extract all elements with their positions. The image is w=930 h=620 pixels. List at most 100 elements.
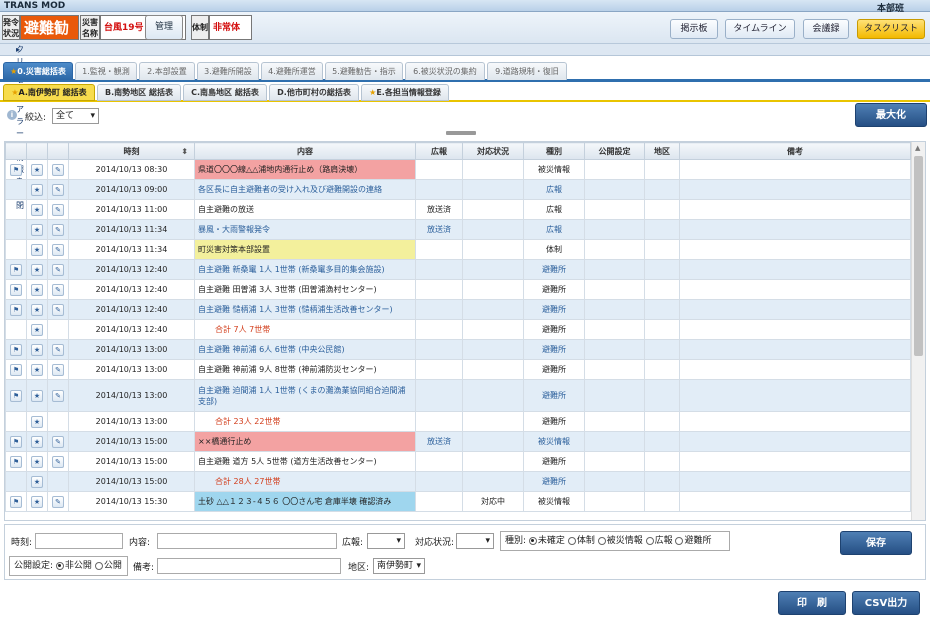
- type-radio-1[interactable]: 体制: [567, 536, 595, 546]
- star-cell[interactable]: ★: [26, 411, 48, 432]
- star-cell[interactable]: ★: [26, 471, 48, 492]
- star-cell[interactable]: ★: [26, 299, 48, 320]
- flag-cell[interactable]: ⚑: [5, 491, 27, 512]
- tab-hq[interactable]: 2.本部設置: [139, 62, 195, 80]
- flag-icon[interactable]: ⚑: [10, 283, 22, 296]
- star-icon[interactable]: ★: [31, 243, 43, 256]
- star-cell[interactable]: ★: [26, 259, 48, 280]
- star-icon[interactable]: ★: [31, 163, 43, 176]
- star-icon[interactable]: ★: [31, 183, 43, 196]
- flag-cell[interactable]: ⚑: [5, 339, 27, 360]
- flag-icon[interactable]: ⚑: [10, 163, 22, 176]
- sort-icon[interactable]: ⬍: [181, 147, 188, 156]
- table-row[interactable]: ★ ✎ 2014/10/13 09:00 各区長に自主避難者の受け入れ及び避難開設の連…: [5, 179, 911, 200]
- edit-icon[interactable]: ✎: [52, 163, 64, 176]
- flag-cell[interactable]: [5, 219, 27, 240]
- edit-icon[interactable]: ✎: [52, 283, 64, 296]
- splitter-handle[interactable]: [446, 131, 476, 135]
- time-input[interactable]: [35, 533, 123, 549]
- flag-cell[interactable]: ⚑: [5, 451, 27, 472]
- star-icon[interactable]: ★: [31, 203, 43, 216]
- edit-cell[interactable]: ✎: [47, 199, 69, 220]
- table-row[interactable]: ⚑ ★ ✎ 2014/10/13 15:00 ××橋通行止め 放送済 被災情報: [5, 431, 911, 452]
- content-input[interactable]: [157, 533, 337, 549]
- star-cell[interactable]: ★: [26, 239, 48, 260]
- star-icon[interactable]: ★: [31, 415, 43, 428]
- col-content[interactable]: 内容: [194, 142, 416, 160]
- flag-icon[interactable]: ⚑: [10, 435, 22, 448]
- table-row[interactable]: ⚑ ★ ✎ 2014/10/13 15:30 土砂 △△１２３-４５６ 〇〇さん宅 倉庫…: [5, 491, 911, 512]
- subtab-nanto[interactable]: C.南島地区 総括表: [183, 84, 267, 101]
- table-row[interactable]: ⚑ ★ ✎ 2014/10/13 13:00 自主避難 迫間浦 1人 1世帯 (くまの灘…: [5, 379, 911, 412]
- flag-icon[interactable]: ⚑: [10, 455, 22, 468]
- table-row[interactable]: ⚑ ★ ✎ 2014/10/13 13:00 自主避難 神前浦 6人 6世帯 (中央公民…: [5, 339, 911, 360]
- board-button[interactable]: 掲示板: [670, 19, 718, 39]
- subtab-nansei[interactable]: B.南勢地区 総括表: [97, 84, 181, 101]
- edit-cell[interactable]: [47, 319, 69, 340]
- table-row[interactable]: ⚑ ★ ✎ 2014/10/13 12:40 自主避難 新桑竃 1人 1世帯 (新桑竃多…: [5, 259, 911, 280]
- flag-cell[interactable]: [5, 239, 27, 260]
- area-select[interactable]: 南伊勢町: [373, 558, 425, 574]
- edit-icon[interactable]: ✎: [52, 455, 64, 468]
- flag-icon[interactable]: ⚑: [10, 303, 22, 316]
- flag-cell[interactable]: [5, 199, 27, 220]
- edit-icon[interactable]: ✎: [52, 223, 64, 236]
- star-cell[interactable]: ★: [26, 179, 48, 200]
- csv-export-button[interactable]: CSV出力: [852, 591, 920, 615]
- col-pr[interactable]: 広報: [415, 142, 463, 160]
- scroll-thumb[interactable]: [914, 156, 923, 356]
- edit-cell[interactable]: ✎: [47, 359, 69, 380]
- edit-icon[interactable]: ✎: [52, 495, 64, 508]
- flag-cell[interactable]: ⚑: [5, 259, 27, 280]
- star-cell[interactable]: ★: [26, 159, 48, 180]
- edit-icon[interactable]: ✎: [52, 303, 64, 316]
- star-icon[interactable]: ★: [31, 223, 43, 236]
- filter-select[interactable]: 全て: [52, 108, 99, 124]
- star-cell[interactable]: ★: [26, 199, 48, 220]
- maximize-button[interactable]: 最大化: [855, 103, 927, 127]
- flag-icon[interactable]: ⚑: [10, 343, 22, 356]
- tab-shelter-ops[interactable]: 4.避難所運営: [261, 62, 323, 80]
- table-row[interactable]: ⚑ ★ ✎ 2014/10/13 13:00 自主避難 神前浦 9人 8世帯 (神前浦防…: [5, 359, 911, 380]
- edit-icon[interactable]: ✎: [52, 203, 64, 216]
- edit-cell[interactable]: ✎: [47, 259, 69, 280]
- edit-cell[interactable]: ✎: [47, 179, 69, 200]
- flag-cell[interactable]: ⚑: [5, 359, 27, 380]
- flag-cell[interactable]: ⚑: [5, 379, 27, 412]
- flag-cell[interactable]: [5, 471, 27, 492]
- col-type[interactable]: 種別: [523, 142, 585, 160]
- flag-cell[interactable]: ⚑: [5, 431, 27, 452]
- timeline-button[interactable]: タイムライン: [725, 19, 795, 39]
- edit-cell[interactable]: ✎: [47, 299, 69, 320]
- flag-icon[interactable]: ⚑: [10, 495, 22, 508]
- flag-cell[interactable]: [5, 411, 27, 432]
- col-public[interactable]: 公開設定: [584, 142, 645, 160]
- star-cell[interactable]: ★: [26, 431, 48, 452]
- edit-cell[interactable]: ✎: [47, 339, 69, 360]
- star-cell[interactable]: ★: [26, 379, 48, 412]
- manage-button[interactable]: 管理: [145, 15, 183, 40]
- star-icon[interactable]: ★: [31, 475, 43, 488]
- vertical-scrollbar[interactable]: ▲: [911, 142, 925, 520]
- star-cell[interactable]: ★: [26, 219, 48, 240]
- star-cell[interactable]: ★: [26, 339, 48, 360]
- edit-cell[interactable]: ✎: [47, 159, 69, 180]
- col-status[interactable]: 対応状況: [462, 142, 524, 160]
- edit-icon[interactable]: ✎: [52, 183, 64, 196]
- tab-evac[interactable]: 5.避難勧告・指示: [325, 62, 403, 80]
- star-icon[interactable]: ★: [31, 363, 43, 376]
- table-row[interactable]: ★ ✎ 2014/10/13 11:34 暴風・大雨警報発令 放送済 広報: [5, 219, 911, 240]
- type-radio-0[interactable]: 未確定: [528, 536, 565, 546]
- table-row[interactable]: ★ ✎ 2014/10/13 11:34 町災害対策本部設置 体制: [5, 239, 911, 260]
- flag-cell[interactable]: ⚑: [5, 159, 27, 180]
- table-row[interactable]: ⚑ ★ ✎ 2014/10/13 12:40 自主避難 田曽浦 3人 3世帯 (田曽浦漁…: [5, 279, 911, 300]
- star-cell[interactable]: ★: [26, 491, 48, 512]
- table-row[interactable]: ★ 2014/10/13 13:00 合計 23人 22世帯 避難所: [5, 411, 911, 432]
- subtab-other[interactable]: D.他市町村の総括表: [269, 84, 359, 101]
- tasklist-button[interactable]: タスクリスト: [857, 19, 925, 39]
- star-icon[interactable]: ★: [31, 263, 43, 276]
- pr-select[interactable]: [367, 533, 405, 549]
- tab-monitor[interactable]: 1.監視・観測: [75, 62, 137, 80]
- star-icon[interactable]: ★: [31, 343, 43, 356]
- edit-cell[interactable]: ✎: [47, 219, 69, 240]
